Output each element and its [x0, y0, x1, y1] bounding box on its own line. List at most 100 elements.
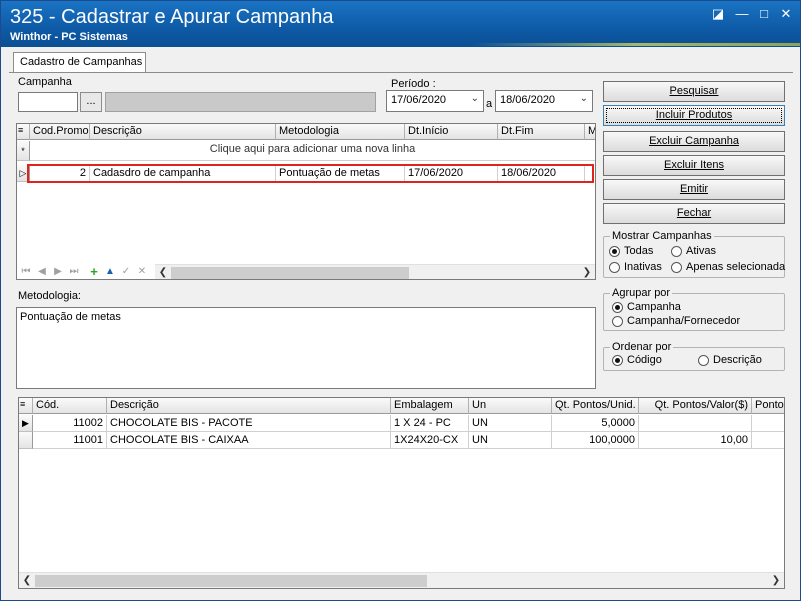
campaign-grid[interactable]: ≡ Cod.Promoç Descrição Metodologia Dt.In…	[16, 123, 596, 280]
radio-dot-icon	[609, 261, 620, 273]
radio-ordenar-descricao-label: Descrição	[713, 354, 762, 366]
radio-dot-icon	[612, 301, 623, 313]
move-up-icon[interactable]: ▲	[103, 265, 117, 279]
column-header-un[interactable]: Un	[469, 398, 552, 414]
radio-dot-icon	[671, 261, 682, 273]
add-record-icon[interactable]: +	[87, 265, 101, 279]
cell-qt-pontos-unid[interactable]: 5,0000	[552, 415, 639, 432]
radio-ordenar-codigo-label: Código	[627, 354, 662, 366]
cell-descricao[interactable]: CHOCOLATE BIS - PACOTE	[107, 415, 391, 432]
radio-agrupar-campanha[interactable]: Campanha	[612, 301, 681, 313]
cell-un[interactable]: UN	[469, 415, 552, 432]
row-highlight-box	[27, 164, 594, 183]
column-header-m[interactable]: M	[585, 124, 595, 140]
cell-qt-pontos-valor[interactable]	[639, 415, 752, 432]
last-record-icon[interactable]: ⏭	[67, 265, 81, 279]
first-record-icon[interactable]: ⏮	[19, 265, 33, 279]
restore-icon[interactable]: ◪	[710, 7, 726, 21]
metodologia-textarea[interactable]: Pontuação de metas	[16, 307, 596, 389]
scroll-right-icon[interactable]: ❯	[579, 265, 595, 279]
confirm-icon[interactable]: ✓	[119, 265, 133, 279]
column-header-qt-pontos-valor[interactable]: Qt. Pontos/Valor($)	[639, 398, 752, 414]
cancel-icon[interactable]: ✕	[135, 265, 149, 279]
cell-descricao[interactable]: CHOCOLATE BIS - CAIXAA	[107, 432, 391, 449]
radio-agrupar-campanha-label: Campanha	[627, 301, 681, 313]
minimize-button[interactable]: —	[734, 7, 750, 21]
column-header-qt-pontos-unid[interactable]: Qt. Pontos/Unid.	[552, 398, 639, 414]
scroll-left-icon[interactable]: ❮	[155, 265, 171, 279]
radio-todas[interactable]: Todas	[609, 245, 653, 257]
maximize-button[interactable]: □	[756, 7, 772, 21]
column-header-descricao[interactable]: Descrição	[90, 124, 276, 140]
radio-inativas-label: Inativas	[624, 261, 662, 273]
radio-dot-icon	[612, 315, 623, 327]
radio-apenas-selecionada[interactable]: Apenas selecionada	[671, 261, 785, 273]
radio-ordenar-codigo[interactable]: Código	[612, 354, 662, 366]
pesquisar-button[interactable]: Pesquisar	[603, 81, 785, 102]
cell-un[interactable]: UN	[469, 432, 552, 449]
close-button[interactable]: ✕	[778, 7, 794, 21]
ordenar-por-group: Ordenar por Código Descrição	[603, 341, 785, 371]
chevron-down-icon[interactable]: ⌄	[580, 93, 588, 104]
ordenar-por-title: Ordenar por	[610, 341, 674, 353]
radio-ativas[interactable]: Ativas	[671, 245, 716, 257]
cell-cod[interactable]: 11002	[33, 415, 107, 432]
periodo-start-date[interactable]: 17/06/2020 ⌄	[386, 90, 484, 112]
scroll-thumb[interactable]	[35, 575, 427, 587]
cell-qt-pontos-unid[interactable]: 100,0000	[552, 432, 639, 449]
campanha-name-field	[105, 92, 376, 112]
periodo-label: Período :	[391, 78, 436, 90]
cell-pontos[interactable]	[752, 432, 784, 449]
radio-todas-label: Todas	[624, 245, 654, 257]
title-bar: 325 - Cadastrar e Apurar Campanha Wintho…	[1, 1, 800, 47]
fechar-button[interactable]: Fechar	[603, 203, 785, 224]
incluir-produtos-button[interactable]: Incluir Produtos	[603, 105, 785, 126]
radio-dot-icon	[609, 245, 620, 257]
tab-cadastro-campanhas[interactable]: Cadastro de Campanhas	[13, 52, 146, 72]
title-accent-line	[471, 43, 800, 46]
main-window: 325 - Cadastrar e Apurar Campanha Wintho…	[0, 0, 801, 601]
chevron-down-icon[interactable]: ⌄	[471, 93, 479, 104]
column-header-cod-promo[interactable]: Cod.Promoç	[30, 124, 90, 140]
excluir-itens-button[interactable]: Excluir Itens	[603, 155, 785, 176]
scroll-thumb[interactable]	[171, 267, 409, 279]
radio-agrupar-campanha-fornecedor-label: Campanha/Fornecedor	[627, 315, 741, 327]
next-page-icon[interactable]: ▶	[51, 265, 65, 279]
products-grid-hscroll[interactable]: ❮ ❯	[19, 572, 784, 588]
radio-agrupar-campanha-fornecedor[interactable]: Campanha/Fornecedor	[612, 315, 740, 327]
grid-navigator: ⏮ ◀ ▶ ⏭ + ▲ ✓ ✕	[19, 265, 169, 279]
column-header-embalagem[interactable]: Embalagem	[391, 398, 469, 414]
tab-divider	[9, 72, 793, 73]
campanha-code-input[interactable]	[18, 92, 78, 112]
grid-column-chooser-icon[interactable]: ≡	[17, 124, 30, 140]
radio-ordenar-descricao[interactable]: Descrição	[698, 354, 762, 366]
row-marker	[19, 432, 33, 449]
periodo-end-date[interactable]: 18/06/2020 ⌄	[495, 90, 593, 112]
column-header-metodologia[interactable]: Metodologia	[276, 124, 405, 140]
campaign-grid-hscroll[interactable]: ❮ ❯	[155, 264, 595, 279]
cell-embalagem[interactable]: 1 X 24 - PC	[391, 415, 469, 432]
emitir-button[interactable]: Emitir	[603, 179, 785, 200]
window-title: 325 - Cadastrar e Apurar Campanha	[10, 6, 334, 28]
radio-dot-icon	[698, 354, 709, 366]
column-header-descricao[interactable]: Descrição	[107, 398, 391, 414]
excluir-campanha-button[interactable]: Excluir Campanha	[603, 131, 785, 152]
prev-page-icon[interactable]: ◀	[35, 265, 49, 279]
column-header-cod[interactable]: Cód.	[33, 398, 107, 414]
campanha-browse-button[interactable]: ...	[80, 92, 102, 112]
radio-ativas-label: Ativas	[686, 245, 716, 257]
current-row-marker: ▶	[19, 415, 33, 432]
scroll-right-icon[interactable]: ❯	[768, 573, 784, 588]
column-header-pontos[interactable]: Pontos	[752, 398, 784, 414]
cell-qt-pontos-valor[interactable]: 10,00	[639, 432, 752, 449]
column-header-dt-fim[interactable]: Dt.Fim	[498, 124, 585, 140]
scroll-left-icon[interactable]: ❮	[19, 573, 35, 588]
radio-inativas[interactable]: Inativas	[609, 261, 662, 273]
column-header-dt-inicio[interactable]: Dt.Início	[405, 124, 498, 140]
grid-column-chooser-icon[interactable]: ≡	[19, 398, 33, 414]
cell-cod[interactable]: 11001	[33, 432, 107, 449]
cell-embalagem[interactable]: 1X24X20-CX	[391, 432, 469, 449]
products-grid[interactable]: ≡ Cód. Descrição Embalagem Un Qt. Pontos…	[18, 397, 785, 589]
cell-pontos[interactable]	[752, 415, 784, 432]
add-new-row[interactable]: Clique aqui para adicionar uma nova linh…	[30, 141, 595, 161]
